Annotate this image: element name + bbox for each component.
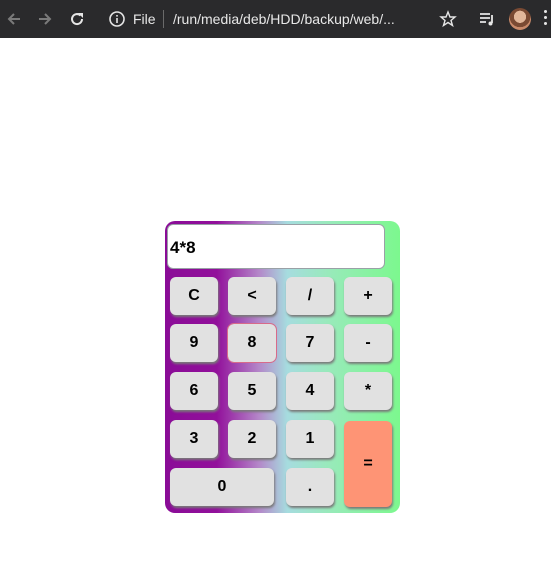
digit-1-button[interactable]: 1 [286,420,334,458]
multiply-button[interactable]: * [344,372,392,410]
calculator: 4*8 C < / + 9 8 7 - 6 5 4 * 3 2 1 = 0 . [165,221,400,513]
divide-button[interactable]: / [286,277,334,315]
file-label: File [133,11,156,27]
minus-button[interactable]: - [344,324,392,362]
back-arrow-icon[interactable] [3,8,25,30]
star-icon[interactable] [437,8,459,30]
menu-dots-icon[interactable] [544,10,550,28]
reload-icon[interactable] [66,8,88,30]
clear-button[interactable]: C [170,277,218,315]
plus-button[interactable]: + [344,277,392,315]
decimal-button[interactable]: . [286,468,334,506]
digit-0-button[interactable]: 0 [170,468,274,506]
equals-button[interactable]: = [344,421,392,507]
digit-3-button[interactable]: 3 [170,420,218,458]
digit-8-button[interactable]: 8 [227,323,277,363]
calculator-display[interactable]: 4*8 [167,224,385,269]
digit-7-button[interactable]: 7 [286,324,334,362]
media-playlist-icon[interactable] [476,8,498,30]
address-divider [163,10,164,28]
digit-2-button[interactable]: 2 [228,420,276,458]
digit-9-button[interactable]: 9 [170,324,218,362]
avatar[interactable] [509,8,531,30]
backspace-button[interactable]: < [228,277,276,315]
info-icon[interactable] [108,10,126,28]
forward-arrow-icon[interactable] [34,8,56,30]
address-bar[interactable]: /run/media/deb/HDD/backup/web/... [173,10,395,28]
digit-4-button[interactable]: 4 [286,372,334,410]
digit-6-button[interactable]: 6 [170,372,218,410]
browser-toolbar: File /run/media/deb/HDD/backup/web/... [0,0,551,38]
digit-5-button[interactable]: 5 [228,372,276,410]
